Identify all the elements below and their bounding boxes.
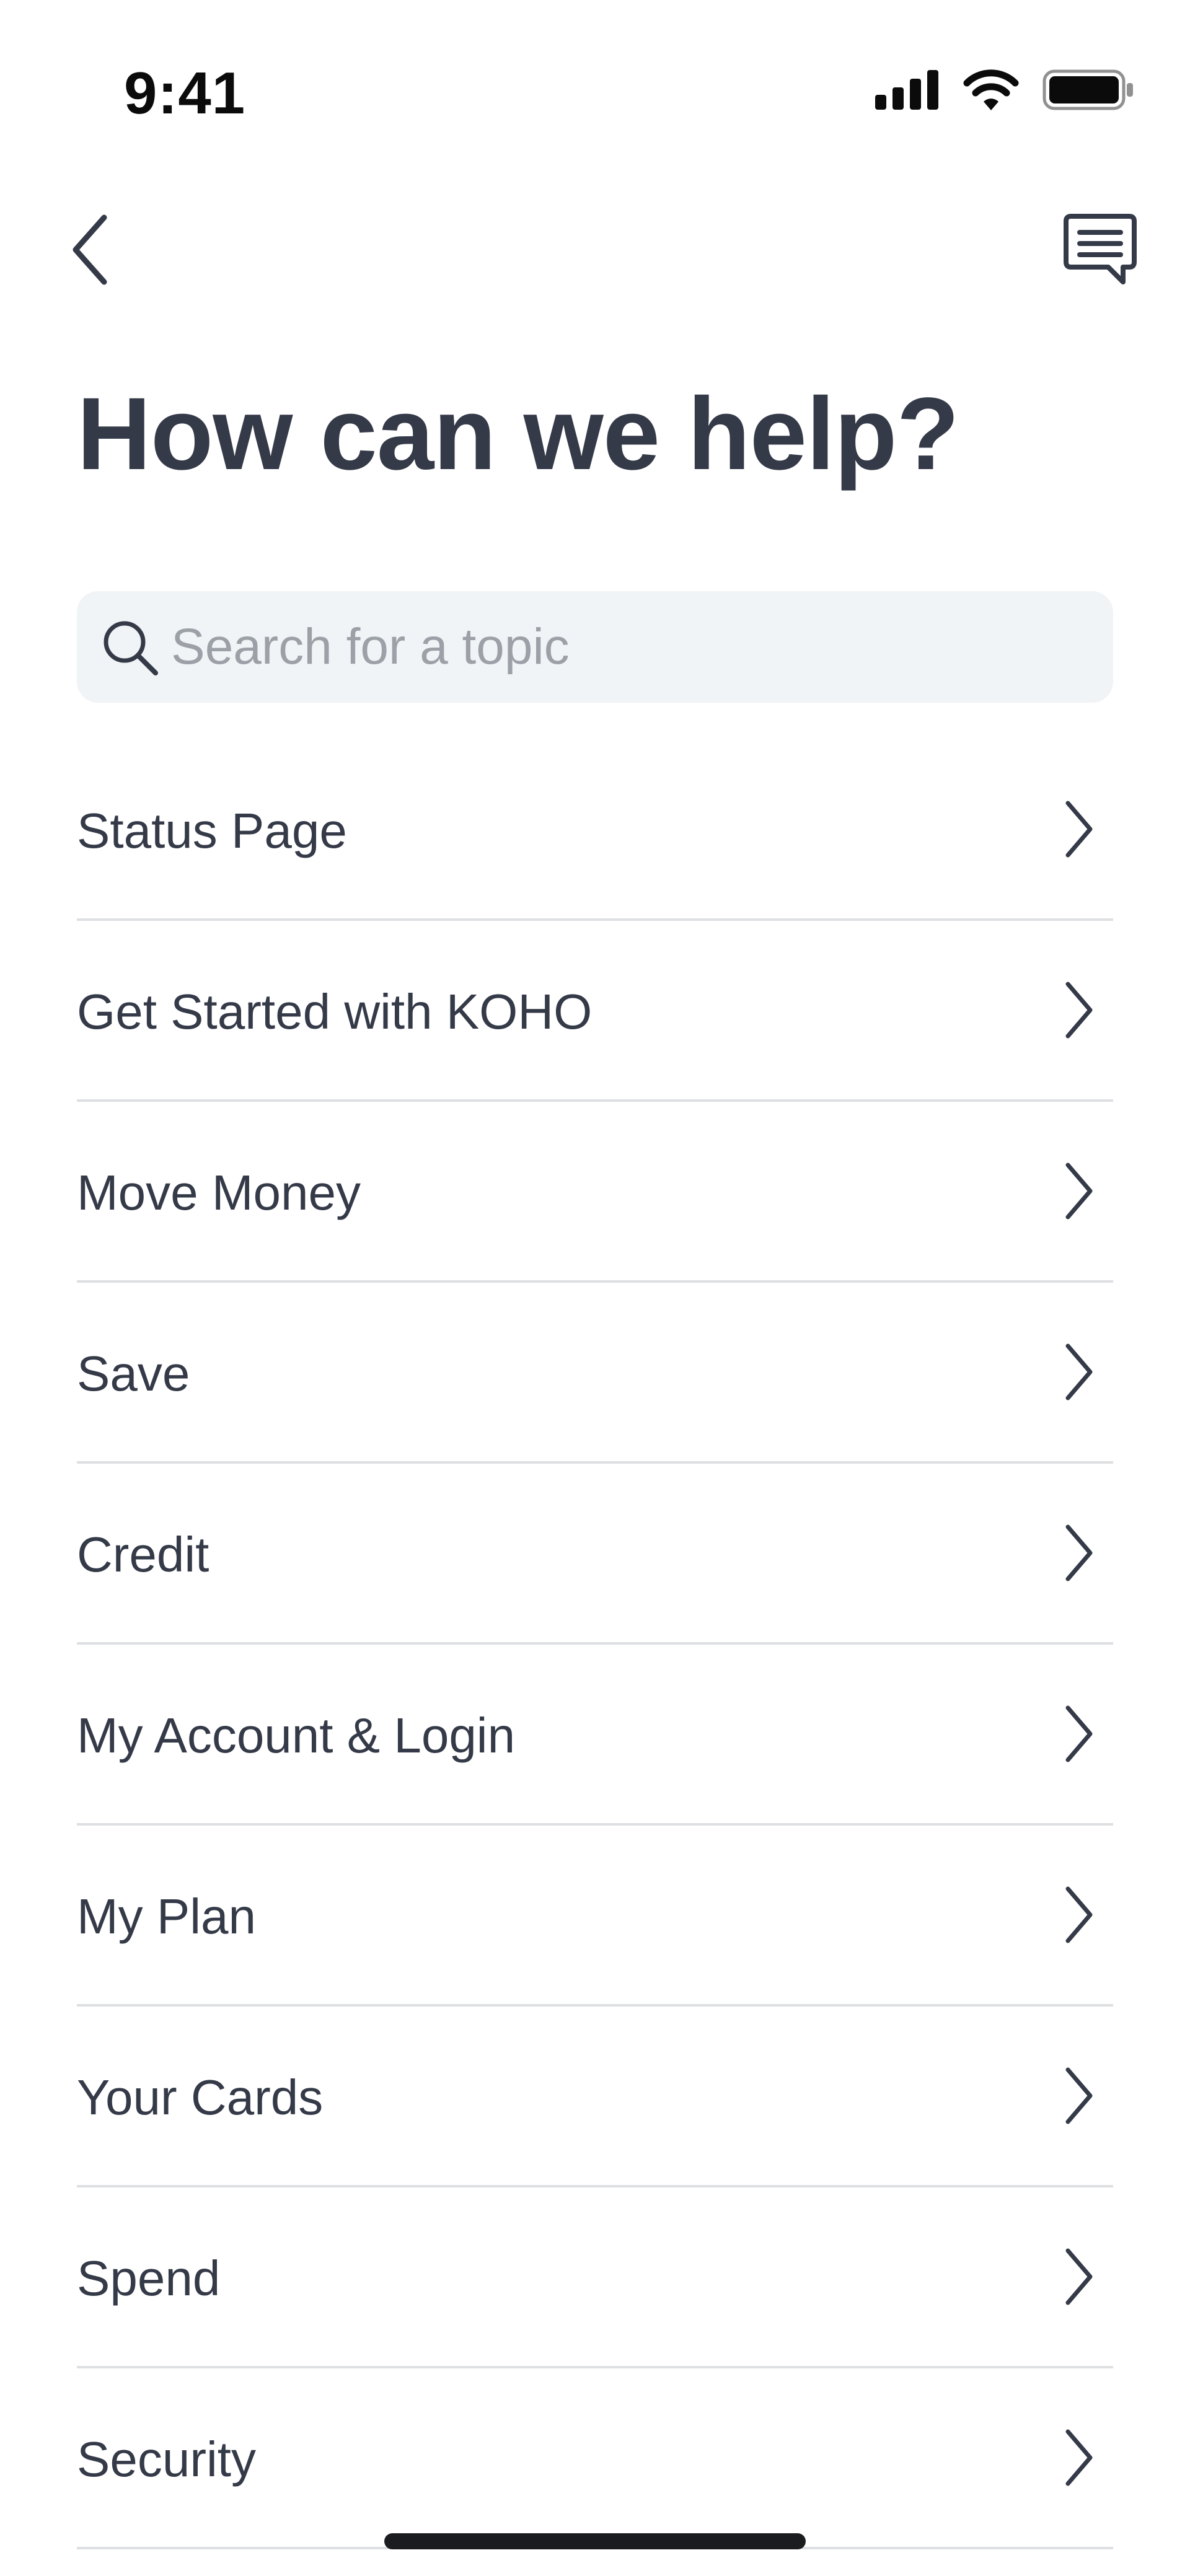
status-icons (875, 69, 1134, 113)
wifi-icon (963, 69, 1019, 113)
status-bar: 9:41 (0, 0, 1190, 161)
topic-label: Get Started with KOHO (77, 984, 593, 1039)
chevron-right-icon (1057, 976, 1101, 1044)
topic-label: Spend (77, 2251, 221, 2306)
home-indicator[interactable] (384, 2533, 806, 2549)
topic-item-move-money[interactable]: Move Money (77, 1102, 1113, 1283)
topic-label: My Account & Login (77, 1708, 516, 1763)
topic-item-credit[interactable]: Credit (77, 1464, 1113, 1645)
cellular-signal-icon (875, 70, 940, 113)
chat-button[interactable] (1054, 204, 1147, 297)
chevron-right-icon (1057, 795, 1101, 863)
topic-item-spend[interactable]: Spend (77, 2187, 1113, 2368)
search-bar[interactable] (77, 591, 1113, 703)
page-title: How can we help? (77, 377, 959, 491)
search-icon (95, 613, 164, 681)
topic-item-get-started[interactable]: Get Started with KOHO (77, 921, 1113, 1102)
topic-label: Move Money (77, 1165, 361, 1220)
chevron-right-icon (1057, 2424, 1101, 2492)
chevron-right-icon (1057, 2243, 1101, 2311)
chevron-right-icon (1057, 1700, 1101, 1768)
topic-label: My Plan (77, 1889, 256, 1944)
chevron-right-icon (1057, 1519, 1101, 1587)
topic-item-save[interactable]: Save (77, 1283, 1113, 1464)
topic-item-security[interactable]: Security (77, 2368, 1113, 2549)
topic-label: Your Cards (77, 2070, 324, 2125)
back-button[interactable] (62, 211, 118, 291)
chevron-right-icon (1057, 1338, 1101, 1406)
chevron-left-icon (68, 213, 112, 290)
topic-label: Save (77, 1346, 190, 1401)
topic-item-status-page[interactable]: Status Page (77, 740, 1113, 921)
chevron-right-icon (1057, 1881, 1101, 1949)
battery-icon (1042, 69, 1134, 113)
topic-label: Credit (77, 1527, 209, 1582)
topic-list: Status Page Get Started with KOHO Move M… (77, 740, 1113, 2549)
topic-item-my-plan[interactable]: My Plan (77, 1826, 1113, 2007)
topic-label: Security (77, 2432, 256, 2487)
topic-item-your-cards[interactable]: Your Cards (77, 2007, 1113, 2187)
nav-bar (0, 204, 1190, 297)
chevron-right-icon (1057, 2062, 1101, 2130)
chat-bubble-icon (1060, 213, 1140, 290)
chevron-right-icon (1057, 1157, 1101, 1225)
search-input[interactable] (170, 609, 1113, 685)
status-time: 9:41 (124, 60, 246, 126)
topic-item-account-login[interactable]: My Account & Login (77, 1645, 1113, 1826)
topic-label: Status Page (77, 803, 347, 858)
